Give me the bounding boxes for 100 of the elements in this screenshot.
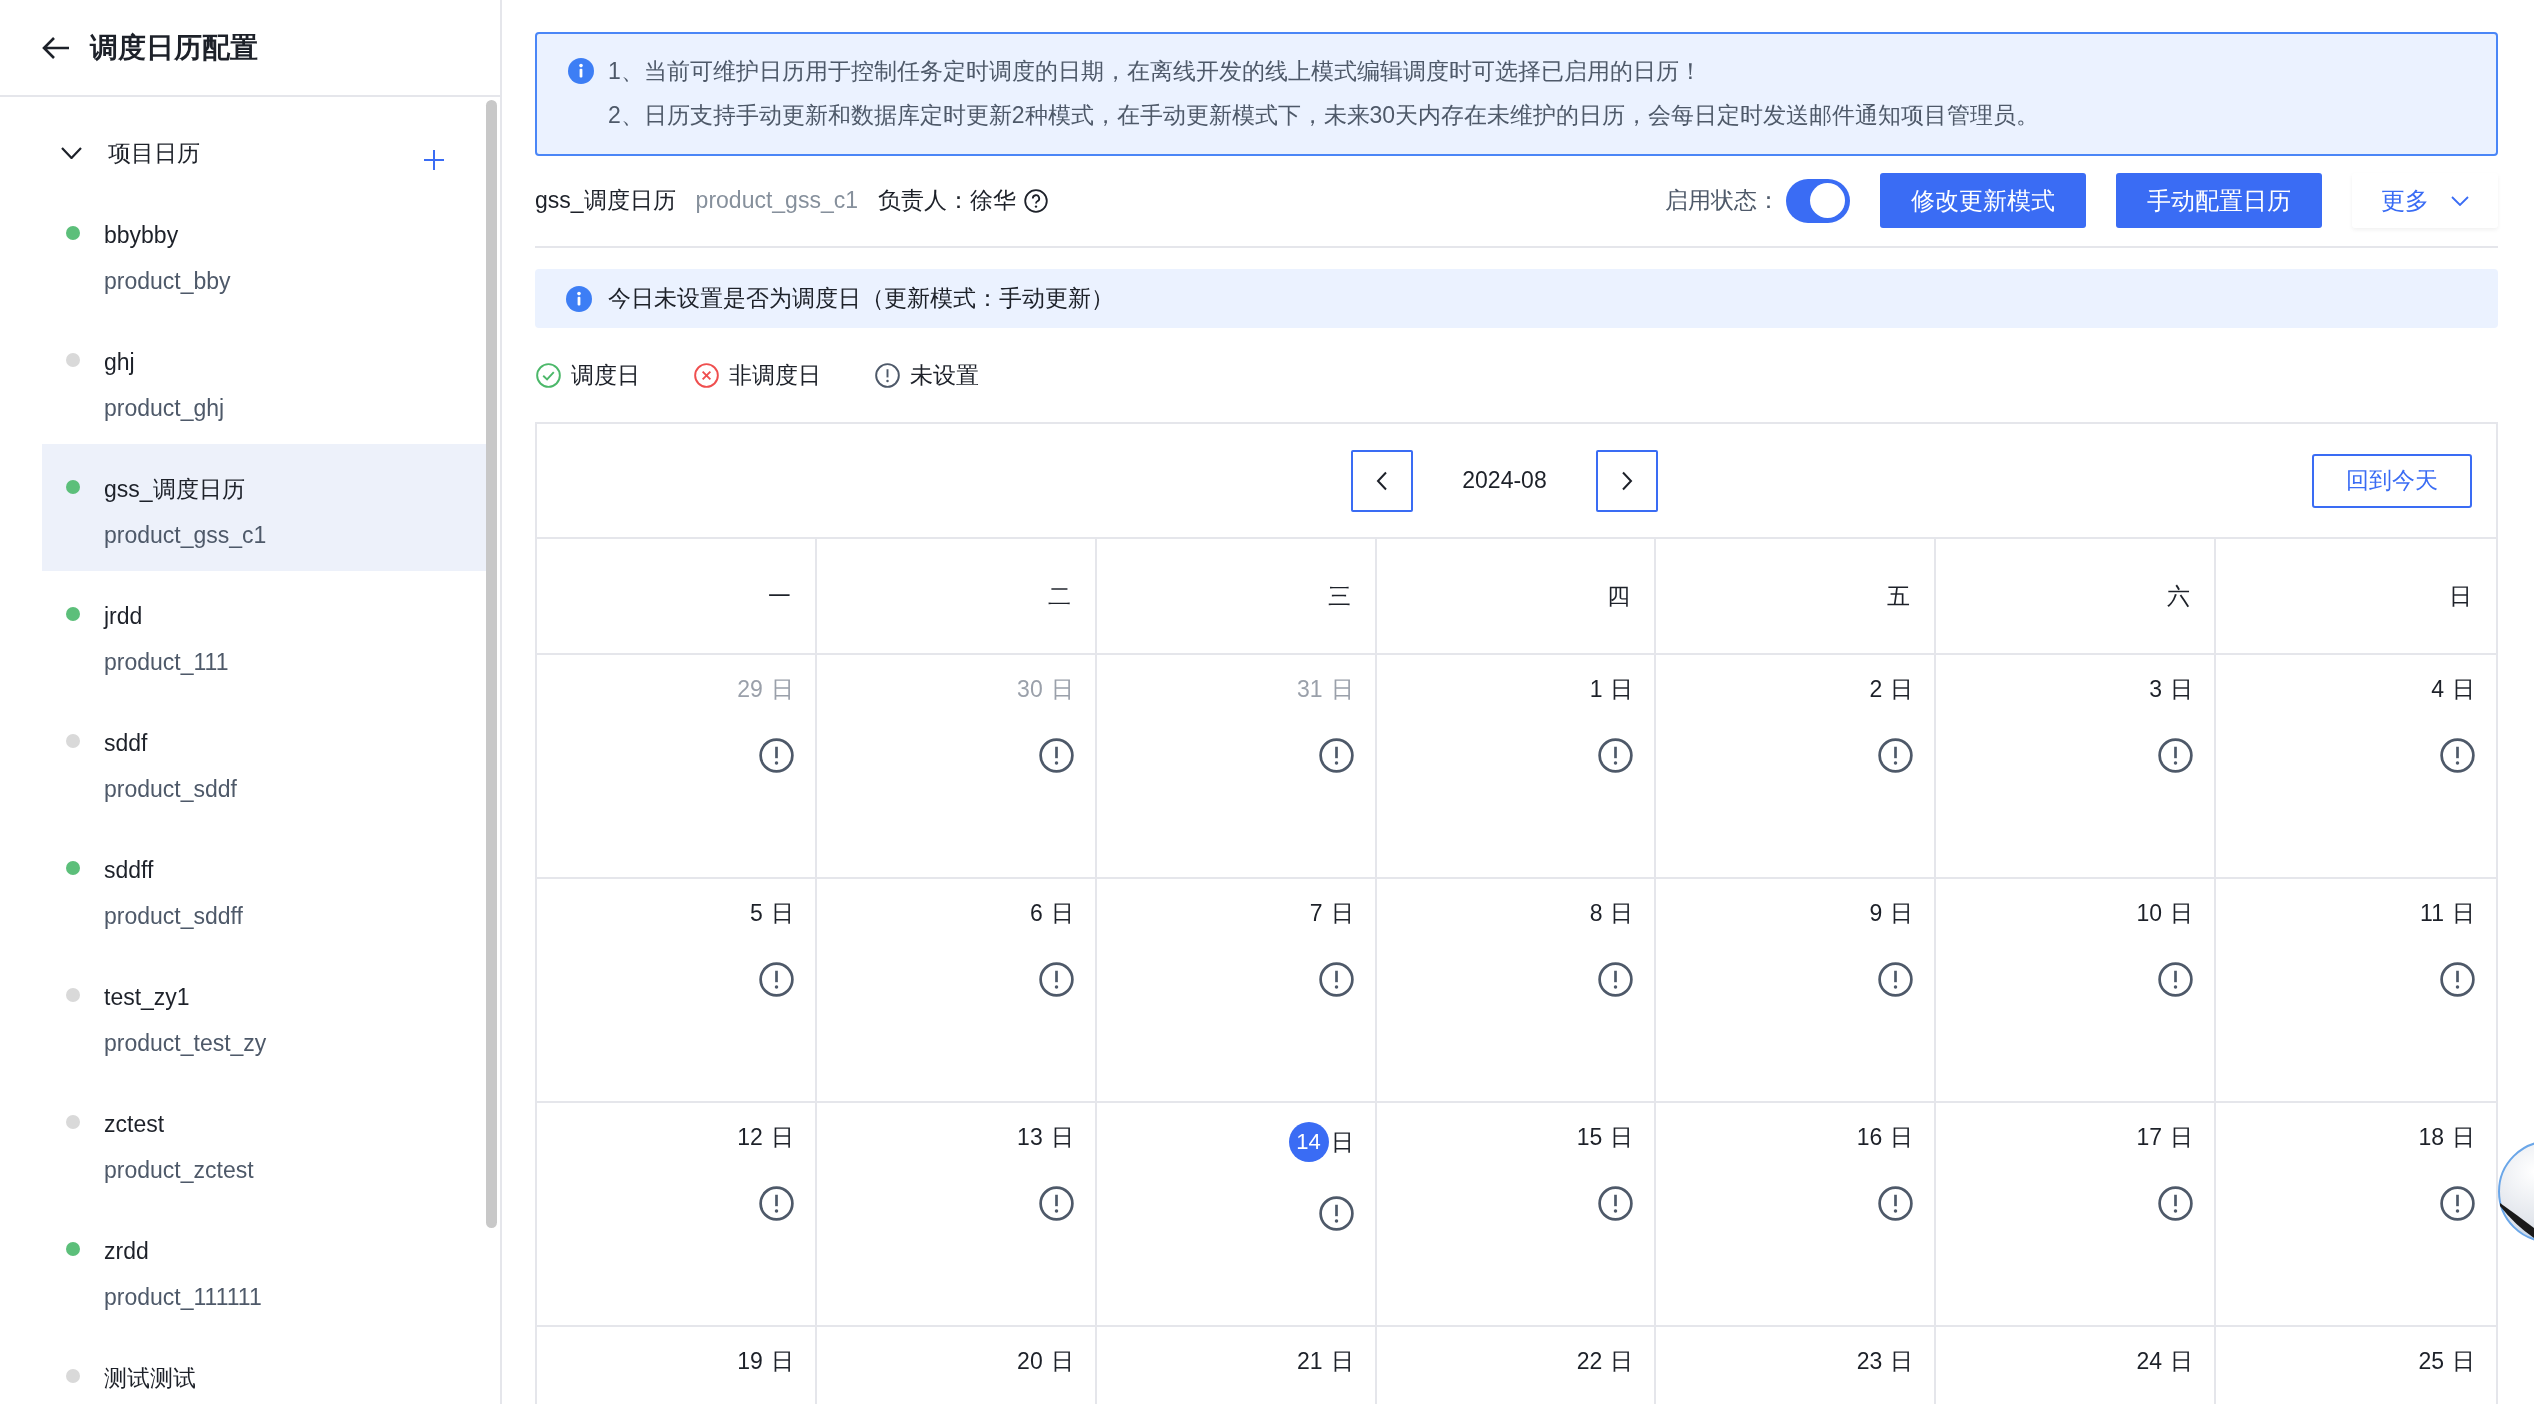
calendar-name: gss_调度日历 [104, 475, 245, 503]
calendar-title: gss_调度日历 [535, 186, 676, 215]
exclamation-circle-icon [875, 362, 900, 388]
previous-month-button[interactable] [1351, 449, 1414, 512]
calendar-day-cell[interactable]: 19 日 [537, 1327, 817, 1404]
calendar-code: product_bby [103, 267, 232, 295]
weekday-label: 三 [1327, 581, 1351, 611]
add-icon[interactable] [424, 150, 444, 170]
calendar-day-cell[interactable]: 12 日 [537, 1103, 817, 1327]
calendar-day-cell[interactable]: 13 日 [816, 1103, 1097, 1327]
date-number: 11 [2420, 899, 2444, 928]
date-unit: 日 [2452, 675, 2475, 704]
date-number: 6 [1029, 899, 1043, 928]
date-number: 1 [1589, 675, 1603, 704]
calendar-list-item[interactable]: ghj product_ghj [42, 317, 486, 444]
calendar-day-cell[interactable]: 18 日 [2216, 1103, 2496, 1327]
date-unit: 日 [2170, 899, 2194, 928]
calendar-list-item[interactable]: test_zy1 product_test_zy [42, 952, 486, 1079]
date-unit: 日 [770, 899, 794, 928]
today-date-badge: 14 [1288, 1122, 1329, 1162]
calendar-code: product_sddff [103, 902, 244, 930]
calendar-day-cell[interactable]: 5 日 [537, 879, 817, 1103]
calendar-day-cell[interactable]: 15 日 [1376, 1103, 1657, 1327]
weekday-label: 一 [767, 581, 791, 611]
calendar-day-cell[interactable]: 3 日 [1936, 655, 2217, 879]
calendar-day-cell[interactable]: 14 日 [1096, 1103, 1377, 1327]
calendar-day-cell[interactable]: 6 日 [816, 879, 1097, 1103]
date-unit: 日 [1890, 1123, 1914, 1152]
calendar-day-cell[interactable]: 21 日 [1096, 1327, 1377, 1404]
calendar-name: jrdd [104, 602, 143, 630]
calendar-list-item[interactable]: bbybby product_bby [42, 190, 486, 317]
calendar-day-cell[interactable]: 25 日 [2216, 1327, 2496, 1404]
next-month-button[interactable] [1595, 449, 1658, 512]
calendar-code: product_gss_c1 [695, 187, 858, 214]
calendar-day-cell[interactable]: 8 日 [1376, 879, 1657, 1103]
cross-circle-icon [694, 362, 719, 388]
calendar-name: sddf [104, 729, 148, 757]
calendar-code: product_sddf [103, 775, 238, 803]
status-label: 启用状态： [1665, 186, 1780, 215]
calendar-list-item[interactable]: jrdd product_111 [42, 571, 486, 698]
calendar-day-cell[interactable]: 10 日 [1936, 879, 2217, 1103]
calendar-code: product_ghj [103, 394, 226, 422]
date-number: 2 [1869, 675, 1883, 704]
date-unit: 日 [770, 675, 794, 704]
owner-text: 负责人：徐华 [878, 186, 1016, 215]
calendar-list-item[interactable]: zrdd product_111111 [42, 1206, 486, 1333]
weekday-label: 五 [1887, 581, 1911, 611]
calendar-day-cell[interactable]: 1 日 [1376, 655, 1657, 879]
calendar-day-cell[interactable]: 24 日 [1936, 1327, 2217, 1404]
enable-toggle[interactable] [1786, 178, 1850, 223]
date-number: 25 [2418, 1347, 2444, 1376]
calendar-list-item[interactable]: sddff product_sddff [42, 825, 486, 952]
weekday-label: 六 [2167, 581, 2191, 611]
date-unit: 日 [1890, 1347, 1914, 1376]
date-unit: 日 [1610, 675, 1634, 704]
calendar-code: product_111111 [103, 1283, 263, 1311]
calendar-day-cell[interactable]: 7 日 [1096, 879, 1377, 1103]
action-button[interactable]: 修改更新模式 [1880, 173, 2086, 228]
calendar-list-item[interactable]: gss_调度日历 product_gss_c1 [42, 444, 486, 571]
calendar-day-cell[interactable]: 20 日 [816, 1327, 1097, 1404]
chevron-down-icon[interactable] [61, 147, 82, 159]
calendar-day-cell[interactable]: 11 日 [2216, 879, 2496, 1103]
calendar-day-cell[interactable]: 4 日 [2216, 655, 2496, 879]
date-unit: 日 [1610, 1347, 1634, 1376]
calendar-code: product_gss_c1 [103, 521, 268, 549]
calendar-list-item[interactable]: zctest product_zctest [42, 1079, 486, 1206]
date-number: 4 [2431, 675, 2444, 704]
calendar-day-cell[interactable]: 9 日 [1656, 879, 1937, 1103]
scrollbar-thumb[interactable] [486, 100, 497, 1228]
date-number: 16 [1856, 1123, 1883, 1152]
back-to-today-button[interactable]: 回到今天 [2312, 453, 2472, 508]
action-button[interactable]: 手动配置日历 [2116, 173, 2322, 228]
calendar-day-cell[interactable]: 2 日 [1656, 655, 1937, 879]
date-number: 5 [750, 899, 763, 928]
date-unit: 日 [1610, 899, 1634, 928]
legend-label: 非调度日 [729, 360, 821, 390]
date-unit: 日 [2170, 1347, 2194, 1376]
page-title: 调度日历配置 [90, 30, 258, 65]
date-unit: 日 [1050, 1347, 1074, 1376]
help-icon[interactable] [1024, 188, 1048, 213]
date-number: 21 [1296, 1347, 1323, 1376]
date-number: 13 [1017, 1123, 1043, 1152]
date-number: 29 [737, 675, 763, 704]
calendar-list-item[interactable]: sddf product_sddf [42, 698, 486, 825]
calendar-code: product_test_zy [103, 1029, 268, 1057]
more-dropdown-button[interactable]: 更多 [2352, 173, 2498, 228]
today-notice-text: 今日未设置是否为调度日（更新模式：手动更新） [608, 284, 1114, 313]
calendar-list-item[interactable]: 测试测试 [42, 1333, 486, 1404]
calendar-day-cell[interactable]: 16 日 [1656, 1103, 1937, 1327]
calendar-code: product_111 [103, 648, 230, 676]
calendar-name: zctest [104, 1110, 165, 1138]
back-arrow-icon[interactable] [42, 35, 70, 60]
date-unit: 日 [1330, 1347, 1354, 1376]
date-number: 18 [2418, 1123, 2444, 1152]
calendar-day-cell[interactable]: 22 日 [1376, 1327, 1657, 1404]
date-number: 7 [1309, 899, 1323, 928]
calendar-day-cell[interactable]: 23 日 [1656, 1327, 1937, 1404]
weekday-label: 四 [1607, 581, 1631, 611]
check-circle-icon [536, 362, 561, 388]
calendar-day-cell[interactable]: 17 日 [1936, 1103, 2217, 1327]
